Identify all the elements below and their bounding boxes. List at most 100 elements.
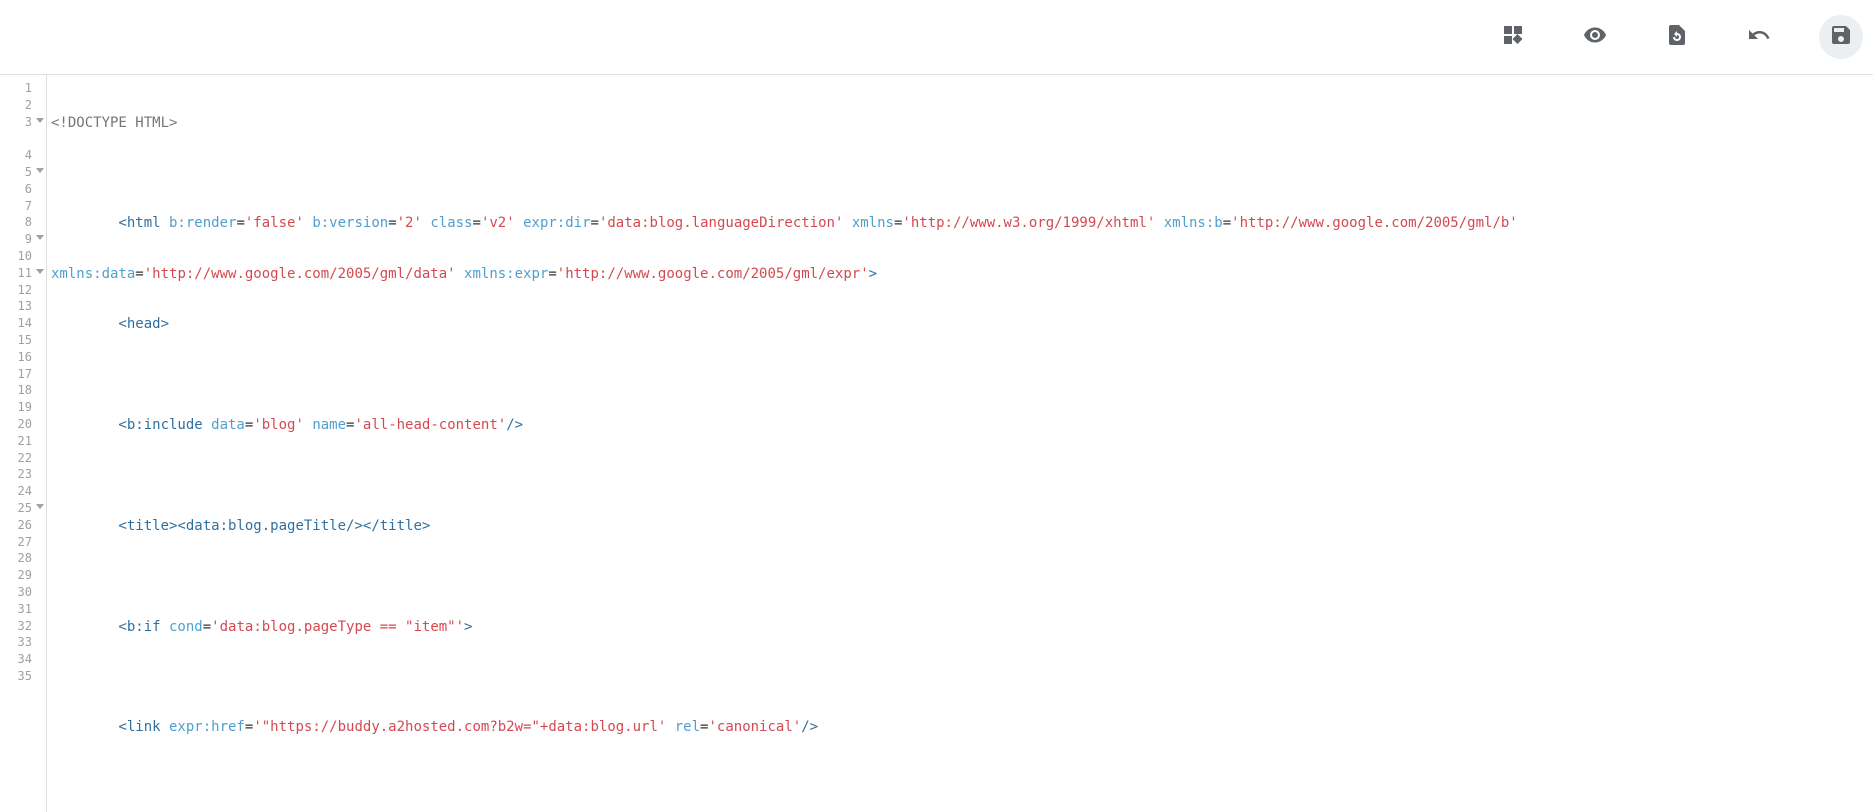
code-token: >< bbox=[169, 518, 186, 534]
code-token: name bbox=[304, 417, 346, 433]
line-number: 9 bbox=[0, 232, 46, 249]
preview-button[interactable] bbox=[1573, 15, 1617, 59]
code-token: 'data:blog.pageType == "item"' bbox=[211, 619, 464, 635]
line-number: 35 bbox=[0, 669, 46, 686]
line-number: 28 bbox=[0, 551, 46, 568]
code-token: < bbox=[51, 316, 127, 332]
code-token: > bbox=[464, 619, 472, 635]
line-number: 34 bbox=[0, 652, 46, 669]
code-token: < bbox=[51, 417, 127, 433]
line-number: 14 bbox=[0, 316, 46, 333]
code-token: < bbox=[51, 215, 127, 231]
code-token: head bbox=[127, 316, 161, 332]
line-number: 17 bbox=[0, 367, 46, 384]
widgets-button[interactable] bbox=[1491, 15, 1535, 59]
code-token: xmlns bbox=[843, 215, 894, 231]
code-token: expr:dir bbox=[515, 215, 591, 231]
line-number: 19 bbox=[0, 400, 46, 417]
line-number: 4 bbox=[0, 148, 46, 165]
undo-icon bbox=[1747, 23, 1771, 52]
line-number: 5 bbox=[0, 165, 46, 182]
line-number: 23 bbox=[0, 467, 46, 484]
code-content[interactable]: <!DOCTYPE HTML> <html b:render='false' b… bbox=[47, 75, 1873, 812]
code-token: 'canonical' bbox=[708, 719, 801, 735]
line-number-continuation bbox=[0, 131, 46, 148]
code-token: data bbox=[203, 417, 245, 433]
line-number: 1 bbox=[0, 81, 46, 98]
line-number: 2 bbox=[0, 98, 46, 115]
code-token: 'http://www.w3.org/1999/xhtml' bbox=[902, 215, 1155, 231]
line-number: 15 bbox=[0, 333, 46, 350]
code-token: 'v2' bbox=[481, 215, 515, 231]
code-token: 'http://www.google.com/2005/gml/data' bbox=[144, 266, 456, 282]
code-token: html bbox=[127, 215, 161, 231]
code-token: title bbox=[127, 518, 169, 534]
code-token: /> bbox=[506, 417, 523, 433]
save-icon bbox=[1829, 23, 1853, 52]
code-token: > bbox=[422, 518, 430, 534]
widgets-icon bbox=[1501, 23, 1525, 52]
code-token: > bbox=[161, 316, 169, 332]
code-token: xmlns:b bbox=[1155, 215, 1222, 231]
restore-icon bbox=[1665, 23, 1689, 52]
code-token: b:version bbox=[304, 215, 388, 231]
revert-button[interactable] bbox=[1655, 15, 1699, 59]
line-number: 24 bbox=[0, 484, 46, 501]
line-number: 12 bbox=[0, 283, 46, 300]
code-token: = bbox=[388, 215, 396, 231]
line-number: 6 bbox=[0, 182, 46, 199]
fold-icon[interactable] bbox=[36, 168, 44, 173]
code-token: data:blog.pageTitle bbox=[186, 518, 346, 534]
code-token: b:if bbox=[127, 619, 161, 635]
line-number: 29 bbox=[0, 568, 46, 585]
code-token: < bbox=[51, 518, 127, 534]
code-token: link bbox=[127, 719, 161, 735]
code-token: = bbox=[135, 266, 143, 282]
undo-button[interactable] bbox=[1737, 15, 1781, 59]
fold-icon[interactable] bbox=[36, 504, 44, 509]
code-token: 'all-head-content' bbox=[354, 417, 506, 433]
code-token: cond bbox=[161, 619, 203, 635]
code-token: expr:href bbox=[161, 719, 245, 735]
line-number: 27 bbox=[0, 535, 46, 552]
code-token: = bbox=[236, 215, 244, 231]
line-number: 10 bbox=[0, 249, 46, 266]
line-number: 3 bbox=[0, 115, 46, 132]
code-token: xmlns:data bbox=[51, 266, 135, 282]
code-token: /></ bbox=[346, 518, 380, 534]
code-token: > bbox=[869, 266, 877, 282]
code-token: /> bbox=[801, 719, 818, 735]
line-number: 13 bbox=[0, 299, 46, 316]
eye-icon bbox=[1583, 23, 1607, 52]
code-token: < bbox=[51, 719, 127, 735]
code-token: = bbox=[1223, 215, 1231, 231]
code-token: = bbox=[473, 215, 481, 231]
fold-icon[interactable] bbox=[36, 118, 44, 123]
code-token: title bbox=[380, 518, 422, 534]
code-token: 'false' bbox=[245, 215, 304, 231]
line-number: 33 bbox=[0, 635, 46, 652]
fold-icon[interactable] bbox=[36, 235, 44, 240]
fold-icon[interactable] bbox=[36, 269, 44, 274]
code-token: xmlns:expr bbox=[456, 266, 549, 282]
line-number: 20 bbox=[0, 417, 46, 434]
code-token: rel bbox=[666, 719, 700, 735]
editor-toolbar bbox=[0, 0, 1873, 75]
code-editor[interactable]: 1234567891011121314151617181920212223242… bbox=[0, 75, 1873, 812]
code-token: = bbox=[203, 619, 211, 635]
code-token: class bbox=[422, 215, 473, 231]
code-token: < bbox=[51, 619, 127, 635]
code-token: 'http://www.google.com/2005/gml/expr' bbox=[557, 266, 869, 282]
line-number: 25 bbox=[0, 501, 46, 518]
code-token: 'data:blog.languageDirection' bbox=[599, 215, 843, 231]
line-number: 22 bbox=[0, 451, 46, 468]
code-token: b:include bbox=[127, 417, 203, 433]
code-token: b:render bbox=[161, 215, 237, 231]
line-number: 21 bbox=[0, 434, 46, 451]
line-number: 16 bbox=[0, 350, 46, 367]
line-number: 8 bbox=[0, 215, 46, 232]
save-button[interactable] bbox=[1819, 15, 1863, 59]
code-token: = bbox=[548, 266, 556, 282]
line-number: 7 bbox=[0, 199, 46, 216]
line-number: 30 bbox=[0, 585, 46, 602]
